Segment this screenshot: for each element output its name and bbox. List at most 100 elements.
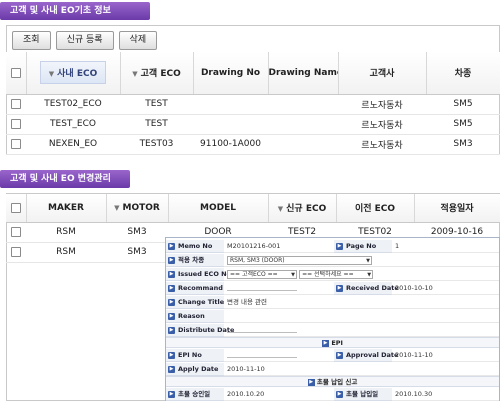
arrow-icon: ▶ bbox=[336, 284, 343, 292]
recommand-field[interactable] bbox=[224, 282, 334, 295]
arrow-icon: ▶ bbox=[168, 390, 175, 398]
col-header-customer[interactable]: 고객사 bbox=[338, 52, 427, 95]
form-row: ▶ Recommand ▶ Received Date 2010-10-10 bbox=[166, 282, 499, 295]
distribute-date-label: ▶ Distribute Date bbox=[166, 324, 234, 337]
arrow-icon: ▶ bbox=[322, 339, 330, 347]
sort-icon: ▼ bbox=[114, 203, 120, 212]
first-delivery-field[interactable]: 2010.10.30 bbox=[392, 388, 499, 401]
form-row: ▶ Memo No M20101216-001 ▶ Page No 1 bbox=[166, 240, 499, 253]
change-title-field[interactable]: 변경 내용 관련 bbox=[224, 296, 499, 309]
arrow-icon: ▶ bbox=[336, 390, 343, 398]
table-row[interactable]: NEXEN_EO TEST03 91100-1A000 르노자동차 SM3 bbox=[6, 134, 500, 155]
select-all-checkbox[interactable] bbox=[6, 194, 27, 223]
chevron-down-icon: ▼ bbox=[367, 271, 372, 278]
col-header-car-model[interactable]: 차종 bbox=[426, 52, 500, 95]
toolbar: 조회 신규 등록 삭제 bbox=[12, 31, 158, 50]
form-row: ▶ EPI No ▶ Approval Date 2010-11-10 bbox=[166, 349, 499, 362]
arrow-icon: ▶ bbox=[307, 378, 315, 386]
reason-label: ▶ Reason bbox=[166, 310, 224, 323]
sort-icon: ▼ bbox=[132, 70, 138, 79]
col-header-new-eco[interactable]: ▼ 신규 ECO bbox=[268, 194, 337, 223]
table-row[interactable]: TEST02_ECO TEST 르노자동차 SM5 bbox=[6, 94, 500, 115]
form-row: ▶ 초물 승인일 2010.10.20 ▶ 초물 납입일 2010.10.30 bbox=[166, 388, 499, 401]
apply-model-label: ▶ 적용 차종 bbox=[166, 254, 224, 267]
col-header-apply-date[interactable]: 적용일자 bbox=[414, 194, 500, 223]
search-button[interactable]: 조회 bbox=[12, 31, 51, 50]
arrow-icon: ▶ bbox=[336, 242, 343, 250]
cell-drawing-no bbox=[193, 114, 268, 135]
arrow-icon: ▶ bbox=[168, 312, 175, 320]
arrow-icon: ▶ bbox=[336, 351, 343, 359]
distribute-date-field[interactable] bbox=[224, 324, 499, 337]
arrow-icon: ▶ bbox=[168, 351, 175, 359]
cell-motor: SM3 bbox=[106, 222, 168, 243]
cell-internal-eco: TEST_ECO bbox=[26, 114, 120, 135]
delete-button[interactable]: 삭제 bbox=[118, 31, 158, 50]
epi-no-label: ▶ EPI No bbox=[166, 349, 224, 362]
apply-date-label: ▶ Apply Date bbox=[166, 363, 224, 376]
row-checkbox[interactable] bbox=[11, 246, 21, 257]
col-header-drawing-name[interactable]: Drawing Name bbox=[268, 52, 339, 95]
apply-model-select[interactable]: RSM, SM3 (DOOR) ▼ bbox=[227, 255, 372, 265]
row-checkbox[interactable] bbox=[11, 98, 21, 109]
section1-title: 고객 및 사내 EO기초 정보 bbox=[0, 2, 150, 20]
eo-detail-form: ▶ Memo No M20101216-001 ▶ Page No 1 ▶ 적용 차종… bbox=[165, 237, 500, 401]
delivery-band: ▶ 초물 납입 신고 bbox=[166, 376, 499, 387]
page-no-label: ▶ Page No bbox=[334, 240, 392, 253]
first-approval-field[interactable]: 2010.10.20 bbox=[224, 388, 334, 401]
approval-date-field[interactable]: 2010-11-10 bbox=[392, 349, 499, 362]
cell-car-model: SM5 bbox=[426, 114, 500, 135]
col-header-drawing-no[interactable]: Drawing No bbox=[193, 52, 269, 95]
epi-no-field[interactable] bbox=[224, 349, 334, 362]
col-header-maker[interactable]: MAKER bbox=[26, 194, 107, 223]
cell-drawing-name bbox=[268, 114, 338, 135]
eo-basic-grid: ▼ 사내 ECO ▼ 고객 ECO Drawing No Drawing Name … bbox=[6, 52, 500, 155]
cell-drawing-no bbox=[193, 94, 268, 115]
cell-customer-eco: TEST03 bbox=[120, 134, 193, 155]
form-row: ▶ Reason bbox=[166, 310, 499, 323]
row-checkbox[interactable] bbox=[11, 226, 21, 237]
cell-motor: SM3 bbox=[106, 242, 168, 263]
arrow-icon: ▶ bbox=[168, 326, 175, 334]
col-header-customer-eco[interactable]: ▼ 고객 ECO bbox=[120, 52, 194, 95]
first-delivery-label: ▶ 초물 납입일 bbox=[334, 388, 392, 401]
cell-customer-eco: TEST bbox=[120, 114, 193, 135]
table-row[interactable]: TEST_ECO TEST 르노자동차 SM5 bbox=[6, 114, 500, 135]
chevron-down-icon: ▼ bbox=[366, 257, 370, 264]
cell-maker: RSM bbox=[26, 222, 106, 243]
row-checkbox[interactable] bbox=[11, 118, 21, 129]
cell-maker: RSM bbox=[26, 242, 106, 263]
memo-no-label: ▶ Memo No bbox=[166, 240, 224, 253]
arrow-icon: ▶ bbox=[168, 284, 175, 292]
cell-customer: 르노자동차 bbox=[338, 114, 426, 135]
eco-choice-select[interactable]: == 선택하세요 == ▼ bbox=[299, 269, 374, 279]
col-header-motor[interactable]: ▼ MOTOR bbox=[106, 194, 169, 223]
form-row: ▶ 적용 차종 RSM, SM3 (DOOR) ▼ bbox=[166, 254, 499, 267]
cell-internal-eco: TEST02_ECO bbox=[26, 94, 120, 115]
col-header-model[interactable]: MODEL bbox=[168, 194, 269, 223]
cell-drawing-no: 91100-1A000 bbox=[193, 134, 268, 155]
cell-customer: 르노자동차 bbox=[338, 94, 426, 115]
received-date-field[interactable]: 2010-10-10 bbox=[392, 282, 499, 295]
form-row: ▶ Change Title 변경 내용 관련 bbox=[166, 296, 499, 309]
cell-internal-eco: NEXEN_EO bbox=[26, 134, 120, 155]
page-no-field[interactable]: 1 bbox=[392, 240, 499, 253]
row-checkbox[interactable] bbox=[11, 138, 21, 149]
recommand-label: ▶ Recommand bbox=[166, 282, 224, 295]
reason-field[interactable] bbox=[224, 310, 499, 323]
cell-car-model: SM5 bbox=[426, 94, 500, 115]
chevron-down-icon: ▼ bbox=[291, 271, 295, 278]
section2-title: 고객 및 사내 EO 변경관리 bbox=[0, 170, 130, 188]
issued-eco-label: ▶ Issued ECO No bbox=[166, 268, 231, 281]
col-header-internal-eco[interactable]: ▼ 사내 ECO bbox=[26, 52, 121, 95]
cell-customer: 르노자동차 bbox=[338, 134, 426, 155]
memo-no-field[interactable]: M20101216-001 bbox=[224, 240, 334, 253]
customer-eco-select[interactable]: == 고객ECO == ▼ bbox=[227, 269, 297, 279]
apply-date-field[interactable]: 2010-11-10 bbox=[224, 363, 499, 376]
cell-drawing-name bbox=[268, 94, 338, 115]
new-register-button[interactable]: 신규 등록 bbox=[55, 31, 114, 50]
form-row: ▶ Apply Date 2010-11-10 bbox=[166, 363, 499, 376]
col-header-prev-eco[interactable]: 이전 ECO bbox=[336, 194, 415, 223]
select-all-checkbox[interactable] bbox=[6, 52, 27, 95]
epi-band: ▶ EPI bbox=[166, 337, 499, 348]
